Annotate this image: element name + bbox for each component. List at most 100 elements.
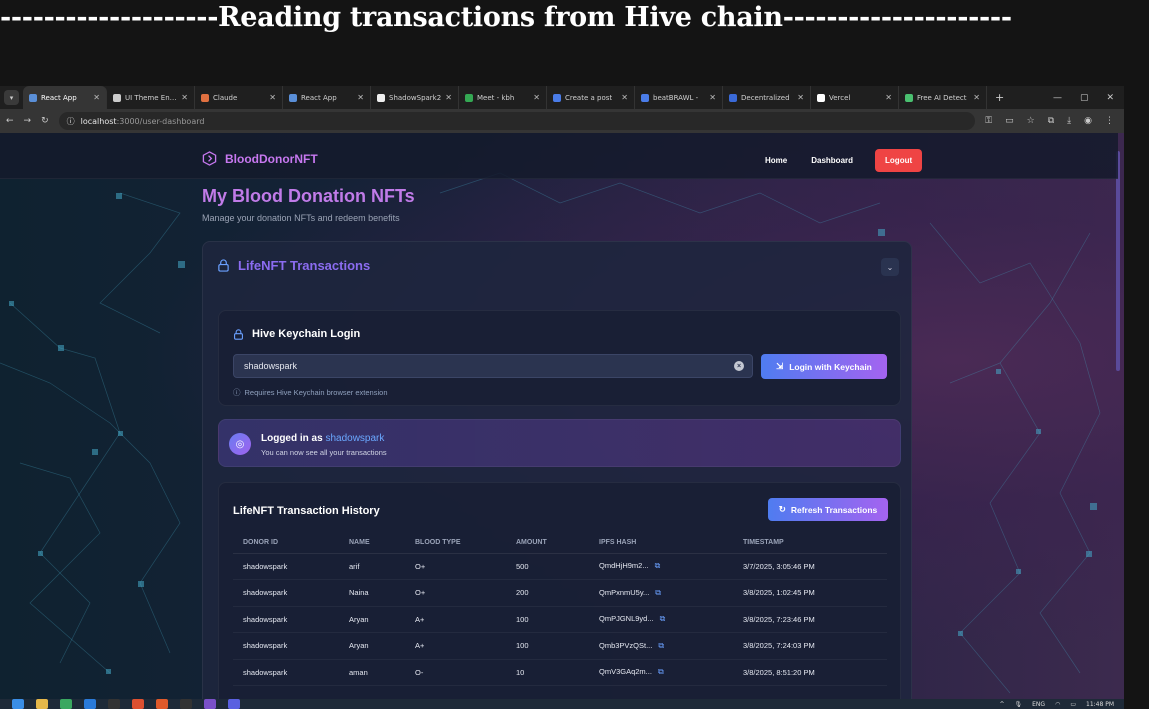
close-tab-icon[interactable]: ✕ — [709, 93, 716, 102]
table-cell: 3/8/2025, 8:51:20 PM — [733, 659, 887, 686]
close-tab-icon[interactable]: ✕ — [445, 93, 452, 102]
table-cell: Naina — [339, 579, 405, 607]
logout-button[interactable]: Logout — [875, 149, 923, 172]
brave-icon[interactable] — [156, 699, 168, 709]
close-tab-icon[interactable]: ✕ — [357, 93, 364, 102]
nav-home-link[interactable]: Home — [765, 156, 787, 165]
cast-icon[interactable]: ▭ — [1005, 116, 1014, 126]
tray-chevron-icon[interactable]: ^ — [999, 701, 1004, 708]
tab-search-icon[interactable]: ▾ — [4, 90, 19, 105]
forward-icon[interactable]: → — [24, 116, 32, 126]
cell-value: shadowspark — [243, 641, 288, 651]
column-header: DONOR ID — [233, 533, 339, 554]
browser-tab[interactable]: Vercel ✕ — [811, 86, 899, 109]
close-window-icon[interactable]: ✕ — [1106, 93, 1114, 103]
table-cell: A+ — [405, 606, 506, 633]
close-tab-icon[interactable]: ✕ — [973, 93, 980, 102]
language-indicator[interactable]: ENG — [1032, 701, 1045, 708]
wifi-icon[interactable]: ◠ — [1055, 701, 1060, 708]
close-tab-icon[interactable]: ✕ — [885, 93, 892, 102]
logged-in-user: shadowspark — [325, 433, 385, 444]
terminal-icon[interactable] — [108, 699, 120, 709]
table-body: shadowspark arif O+ 500 QmdHjH9m2... ⧉ 3/7/202… — [233, 553, 887, 686]
username-input[interactable]: shadowspark × — [233, 354, 753, 378]
new-tab-icon[interactable]: + — [987, 91, 1012, 104]
restore-icon[interactable]: ▢ — [1080, 93, 1089, 103]
table-cell: O+ — [405, 553, 506, 580]
table-cell: shadowspark — [233, 553, 339, 580]
close-tab-icon[interactable]: ✕ — [621, 93, 628, 102]
close-tab-icon[interactable]: ✕ — [533, 93, 540, 102]
page-scrollbar[interactable] — [1116, 151, 1120, 371]
tab-title: UI Theme Enha — [125, 93, 178, 102]
battery-icon[interactable]: ▭ — [1070, 701, 1076, 708]
browser-tab[interactable]: React App ✕ — [283, 86, 371, 109]
copy-hash-icon[interactable]: ⧉ — [655, 561, 661, 570]
cell-value: 500 — [516, 561, 529, 571]
address-bar: ← → ↻ ⓘ localhost:3000/user-dashboard ⚿ … — [0, 109, 1124, 133]
whatsapp-icon[interactable] — [60, 699, 72, 709]
browser-tab[interactable]: Meet - kbh ✕ — [459, 86, 547, 109]
key-icon[interactable]: ⚿ — [985, 116, 992, 126]
back-icon[interactable]: ← — [6, 116, 14, 126]
refresh-button-label: Refresh Transactions — [790, 504, 878, 515]
cell-value: O- — [415, 667, 424, 677]
tab-favicon-icon — [729, 93, 737, 102]
panel-title: LifeNFT Transactions — [238, 258, 371, 273]
discord-icon[interactable] — [228, 699, 240, 709]
panel-header[interactable]: LifeNFT Transactions — [217, 258, 370, 273]
clock[interactable]: 11:48 PM — [1086, 701, 1114, 708]
url-field[interactable]: ⓘ localhost:3000/user-dashboard — [58, 112, 976, 130]
browser-tab[interactable]: UI Theme Enha ✕ — [107, 86, 195, 109]
close-tab-icon[interactable]: ✕ — [797, 93, 804, 102]
copy-hash-icon[interactable]: ⧉ — [658, 641, 664, 650]
file-explorer-icon[interactable] — [36, 699, 48, 709]
browser-tab[interactable]: Free AI Detect ✕ — [899, 86, 987, 109]
minimize-icon[interactable]: — — [1053, 93, 1062, 103]
profile-icon[interactable]: ◉ — [1084, 116, 1092, 126]
cell-value: Aryan — [349, 641, 369, 651]
browser-tab[interactable]: React App ✕ — [23, 86, 107, 109]
vscode-icon[interactable] — [84, 699, 96, 709]
browser-tab[interactable]: ShadowSpark2 ✕ — [371, 86, 459, 109]
download-icon[interactable]: ⤓ — [1067, 116, 1071, 126]
close-tab-icon[interactable]: ✕ — [181, 93, 188, 102]
browser-tab[interactable]: beatBRAWL - ✕ — [635, 86, 723, 109]
login-with-keychain-button[interactable]: ⇲ Login with Keychain — [761, 354, 887, 379]
table-cell: QmPJGNL9yd... ⧉ — [589, 606, 733, 633]
copy-hash-icon[interactable]: ⧉ — [660, 614, 666, 623]
browser-tab[interactable]: Decentralized ✕ — [723, 86, 811, 109]
table-cell: 3/8/2025, 7:23:46 PM — [733, 606, 887, 633]
site-info-icon[interactable]: ⓘ — [67, 116, 75, 127]
browser-tab[interactable]: Claude ✕ — [195, 86, 283, 109]
more-menu-icon[interactable]: ⋮ — [1105, 116, 1114, 126]
close-tab-icon[interactable]: ✕ — [269, 93, 276, 102]
refresh-transactions-button[interactable]: ↻ Refresh Transactions — [768, 498, 888, 521]
reload-icon[interactable]: ↻ — [41, 116, 49, 126]
table-row: shadowspark Aryan A+ 100 QmPJGNL9yd... ⧉ 3/8/2… — [233, 606, 887, 633]
cell-value: Qmb3PVzQSt... — [599, 640, 653, 650]
nav-dashboard-link[interactable]: Dashboard — [811, 156, 853, 165]
start-icon[interactable] — [12, 699, 24, 709]
brand[interactable]: BloodDonorNFT — [202, 151, 318, 166]
chrome-icon[interactable] — [132, 699, 144, 709]
extensions-icon[interactable]: ⧉ — [1048, 116, 1054, 126]
tab-favicon-icon — [553, 93, 561, 102]
collapse-chevron-icon[interactable]: ⌄ — [881, 258, 899, 276]
cell-value: 3/8/2025, 7:23:46 PM — [743, 614, 815, 624]
browser-tab[interactable]: Create a post ✕ — [547, 86, 635, 109]
cell-value: 100 — [516, 641, 529, 651]
copy-hash-icon[interactable]: ⧉ — [658, 667, 664, 676]
microphone-icon[interactable]: 🎙 — [1015, 701, 1023, 708]
copy-hash-icon[interactable]: ⧉ — [655, 588, 661, 597]
bookmark-star-icon[interactable]: ☆ — [1027, 116, 1035, 126]
tab-favicon-icon — [113, 93, 121, 102]
table-cell: A+ — [405, 632, 506, 660]
clear-input-icon[interactable]: × — [734, 361, 744, 371]
keychain-login-card: Hive Keychain Login shadowspark × ⇲ Logi… — [218, 310, 901, 406]
cell-value: Naina — [349, 588, 369, 598]
transaction-history-card: LifeNFT Transaction History ↻ Refresh Tr… — [218, 482, 901, 699]
close-tab-icon[interactable]: ✕ — [93, 93, 100, 102]
terminal-2-icon[interactable] — [180, 699, 192, 709]
visual-studio-icon[interactable] — [204, 699, 216, 709]
